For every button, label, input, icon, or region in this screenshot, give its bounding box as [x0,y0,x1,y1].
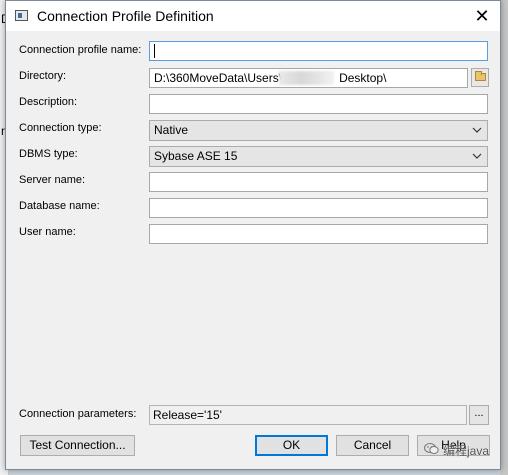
chevron-down-icon [472,153,482,159]
connection-type-select[interactable]: Native [149,120,488,141]
description-label: Description: [19,96,78,108]
window-app-icon [15,10,28,21]
connection-profile-name-input[interactable] [149,41,488,61]
folder-icon [475,71,486,81]
server-name-input[interactable] [149,172,488,192]
text-caret [154,43,155,58]
watermark-text: 编程java [443,444,490,458]
dbms-type-select[interactable]: Sybase ASE 15 [149,146,488,167]
test-connection-button[interactable]: Test Connection... [20,435,135,456]
redaction-blur [279,71,334,85]
description-input[interactable] [149,94,488,114]
wechat-icon [424,443,439,454]
user-name-label: User name: [19,226,76,238]
server-name-label: Server name: [19,174,86,186]
directory-path-prefix: D:\360MoveData\Users\ [154,71,283,85]
connection-parameters-label: Connection parameters: [19,408,137,420]
database-name-input[interactable] [149,198,488,218]
watermark: 编程java [424,439,506,463]
database-name-label: Database name: [19,200,100,212]
connection-type-value: Native [154,123,189,137]
directory-input[interactable]: D:\360MoveData\Users\ Desktop\ [149,68,468,88]
directory-path-suffix: Desktop\ [339,71,387,85]
cancel-button[interactable]: Cancel [336,435,409,456]
background-window-edge-right [500,0,508,475]
directory-label: Directory: [19,70,67,82]
ok-button[interactable]: OK [255,435,328,456]
window-title: Connection Profile Definition [37,8,214,24]
chevron-down-icon [472,127,482,133]
connection-parameters-field: Release='15' [149,405,467,425]
connection-profile-name-label: Connection profile name: [19,44,142,56]
user-name-input[interactable] [149,224,488,244]
connection-profile-dialog: Connection Profile Definition ✕ Connecti… [5,0,501,470]
dbms-type-label: DBMS type: [19,148,78,160]
browse-directory-button[interactable] [471,68,489,87]
connection-type-label: Connection type: [19,122,102,134]
edit-parameters-button[interactable]: ... [469,405,489,425]
dbms-type-value: Sybase ASE 15 [154,149,238,163]
close-button[interactable]: ✕ [468,3,496,29]
title-bar[interactable]: Connection Profile Definition ✕ [6,1,500,31]
